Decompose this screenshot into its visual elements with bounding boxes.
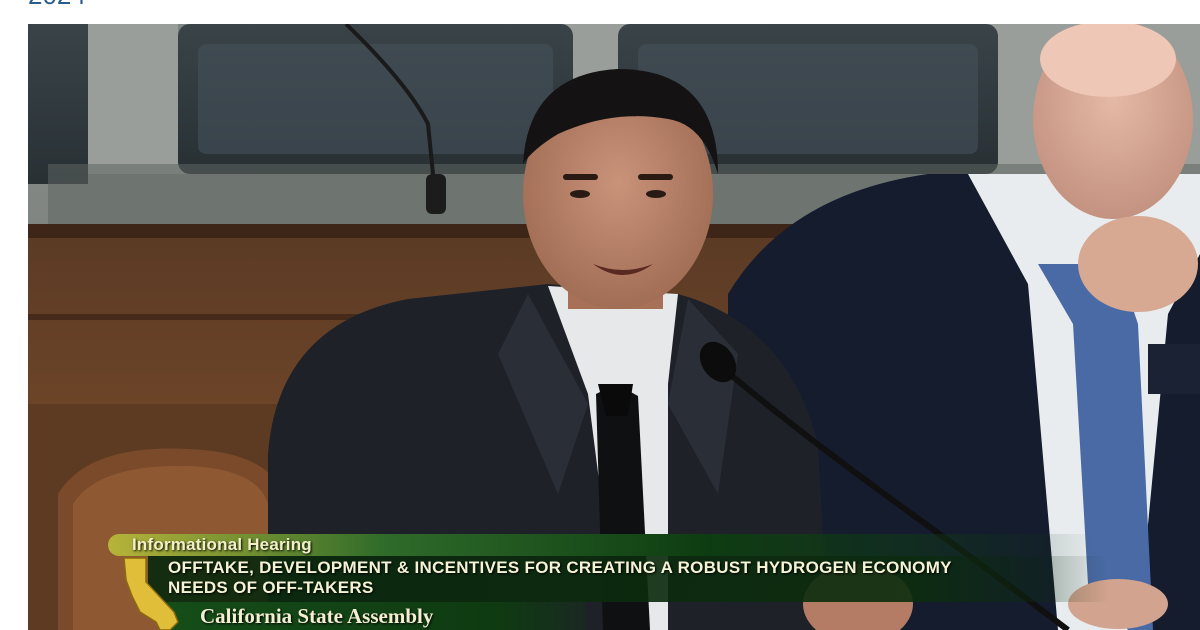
california-state-outline-icon <box>123 557 179 630</box>
hearing-type-label: Informational Hearing <box>132 535 312 554</box>
hearing-video-still[interactable]: Informational Hearing OFFTAKE, DEVELOPME… <box>28 24 1200 630</box>
hearing-title-line-2: NEEDS OF OFF-TAKERS <box>168 578 374 597</box>
page-header: 2024 <box>0 0 1200 24</box>
organization-label: California State Assembly <box>200 604 434 628</box>
year-heading[interactable]: 2024 <box>28 0 86 8</box>
lower-third-banner: Informational Hearing OFFTAKE, DEVELOPME… <box>108 530 1108 630</box>
hearing-title-line-1: OFFTAKE, DEVELOPMENT & INCENTIVES FOR CR… <box>168 558 952 577</box>
